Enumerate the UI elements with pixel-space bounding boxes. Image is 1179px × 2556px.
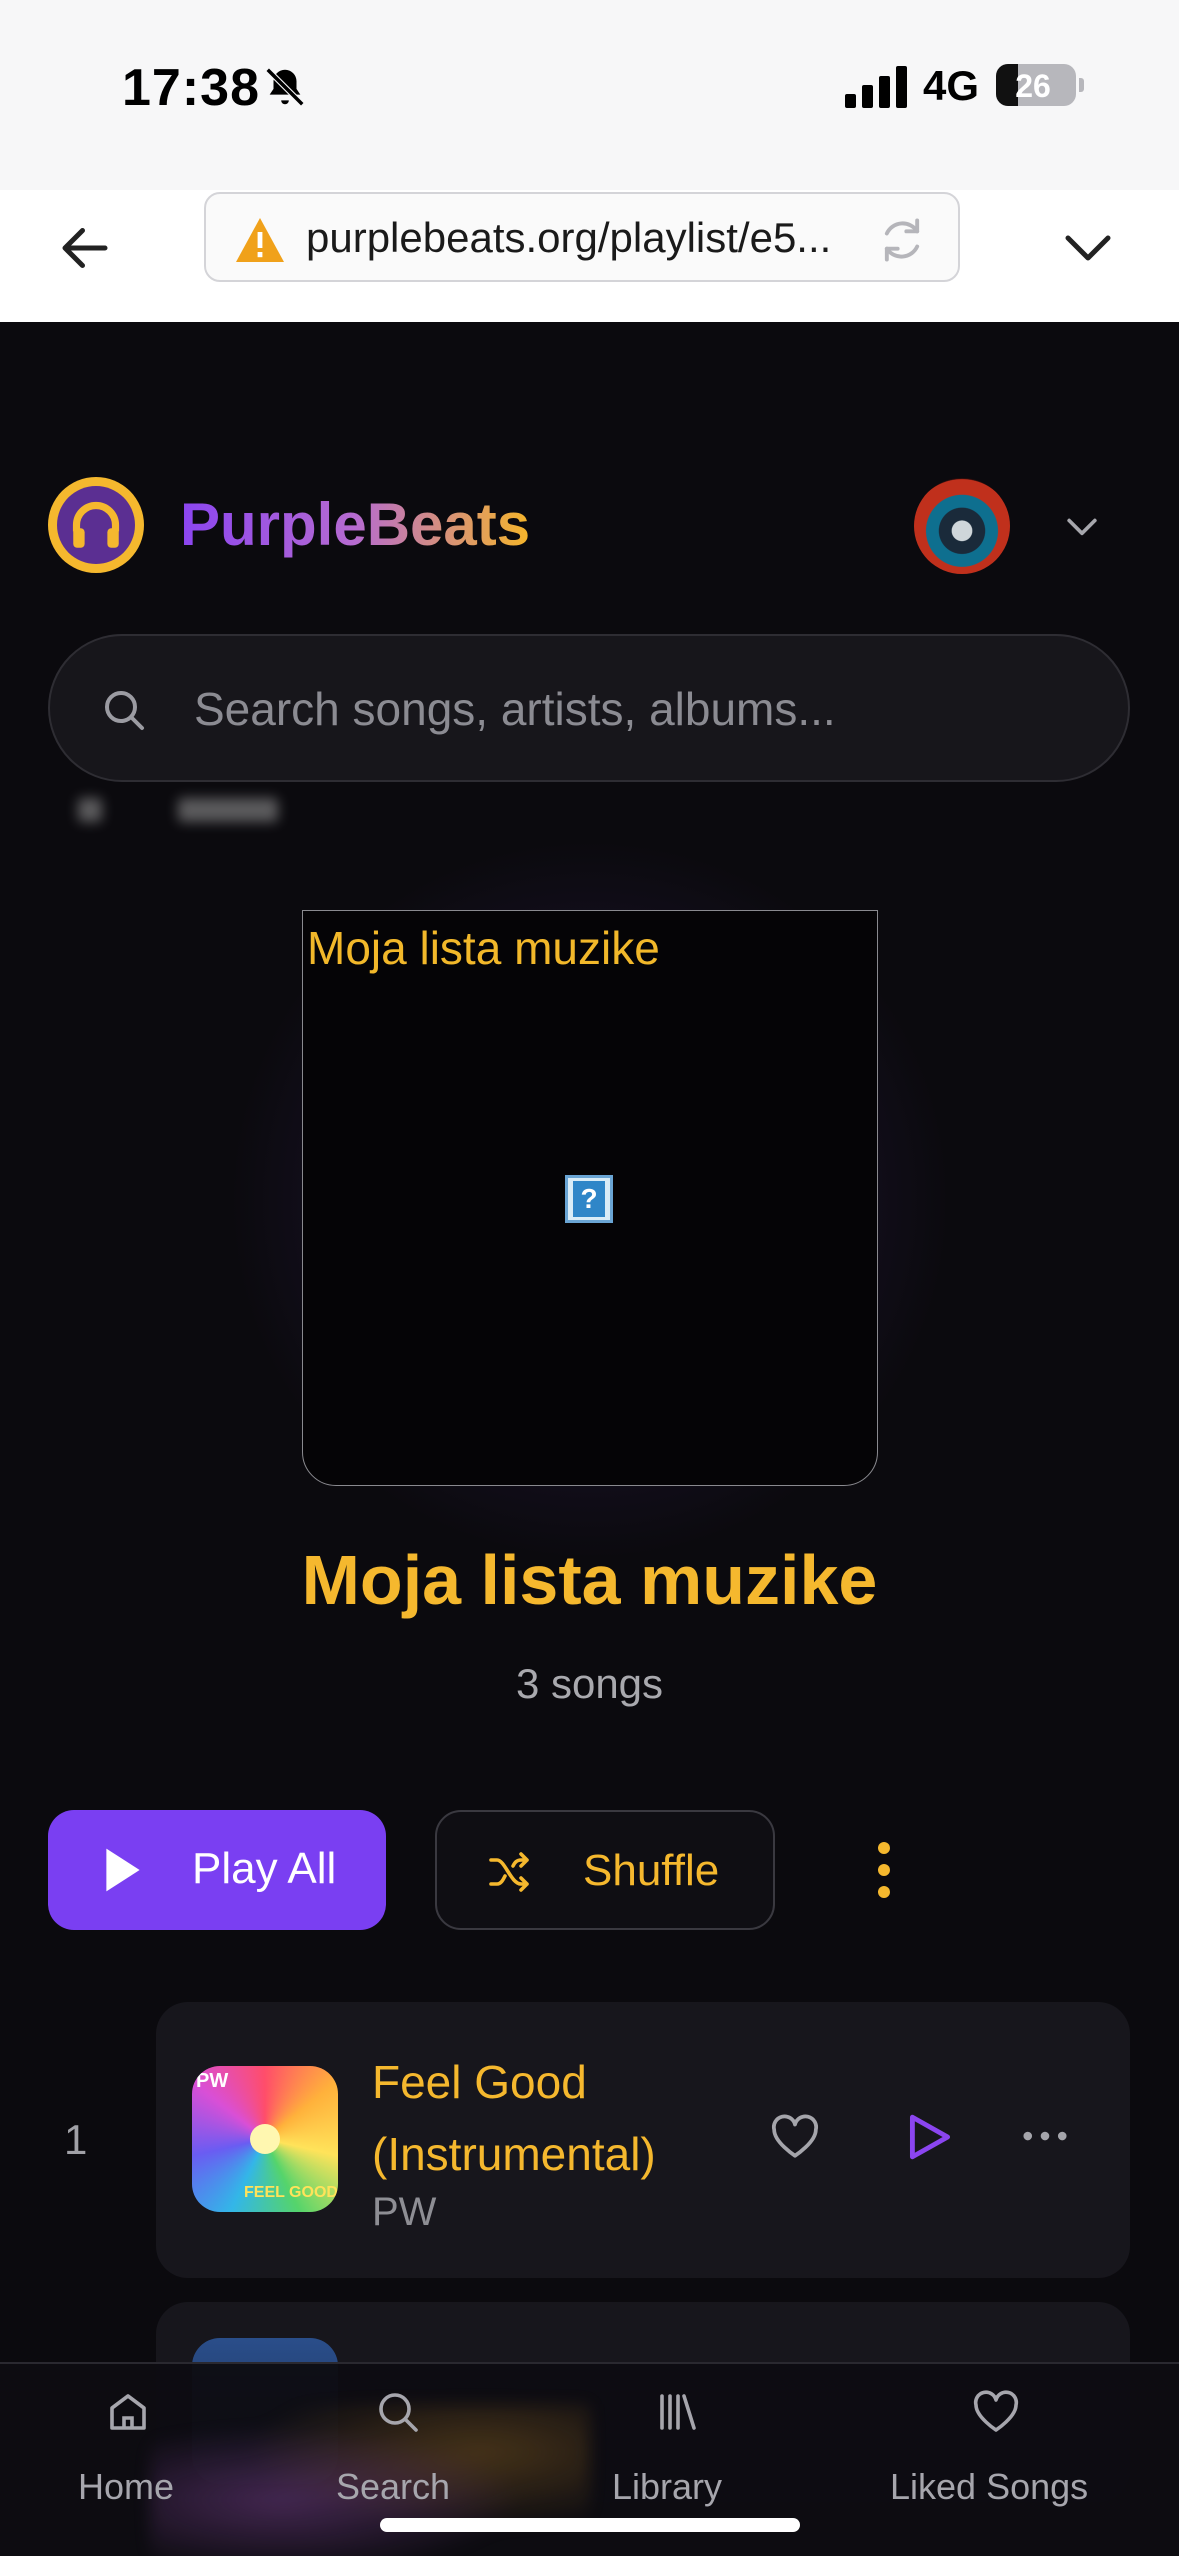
avatar[interactable] bbox=[914, 478, 1010, 574]
chevron-down-icon[interactable] bbox=[1058, 218, 1118, 278]
account-chevron-down-icon[interactable] bbox=[1060, 504, 1104, 548]
heart-icon bbox=[973, 2390, 1019, 2432]
playlist-song-count: 3 songs bbox=[515, 1660, 664, 1707]
track-number: 1 bbox=[64, 2116, 88, 2163]
bell-muted-icon bbox=[265, 67, 305, 107]
broken-image-icon: ? bbox=[565, 1175, 613, 1223]
brand-name[interactable]: PurpleBeats bbox=[180, 490, 530, 559]
network-type: 4G bbox=[923, 62, 980, 109]
signal-icon bbox=[845, 66, 907, 108]
track-row[interactable]: PW FEEL GOOD Feel Good (Instrumental) PW bbox=[156, 2002, 1130, 2278]
blurred-back-link bbox=[78, 790, 298, 830]
track-title[interactable]: Feel Good (Instrumental) bbox=[372, 2046, 762, 2190]
like-heart-icon[interactable] bbox=[770, 2114, 820, 2160]
shuffle-label: Shuffle bbox=[583, 1846, 720, 1895]
play-all-button[interactable]: Play All bbox=[48, 1810, 386, 1930]
track-artist[interactable]: PW bbox=[372, 2190, 436, 2235]
warning-icon bbox=[236, 218, 284, 262]
playlist-cover: Moja lista muzike ? bbox=[302, 910, 878, 1486]
shuffle-button[interactable]: Shuffle bbox=[435, 1810, 775, 1930]
status-bar: 17:38 4G 26 bbox=[0, 0, 1179, 190]
nav-label-search: Search bbox=[336, 2466, 451, 2507]
play-all-label: Play All bbox=[192, 1844, 337, 1893]
nav-label-liked-songs: Liked Songs bbox=[890, 2466, 1089, 2507]
shuffle-icon bbox=[489, 1852, 529, 1892]
track-artwork: PW FEEL GOOD bbox=[192, 2066, 338, 2212]
home-indicator[interactable] bbox=[380, 2518, 800, 2532]
battery-icon: 26 bbox=[996, 64, 1084, 106]
reload-icon[interactable] bbox=[876, 214, 928, 266]
more-options-vertical-icon[interactable] bbox=[864, 1838, 904, 1902]
home-icon bbox=[110, 2394, 146, 2430]
search-icon bbox=[105, 691, 144, 730]
cover-alt-text: Moja lista muzike bbox=[307, 922, 660, 974]
address-bar[interactable]: purplebeats.org/playlist/e5... bbox=[204, 192, 960, 282]
search-bar[interactable] bbox=[48, 634, 1130, 782]
url-text[interactable]: purplebeats.org/playlist/e5... bbox=[306, 214, 866, 262]
playlist-title: Moja lista muzike bbox=[301, 1541, 878, 1619]
search-icon bbox=[379, 2393, 418, 2432]
headphones-logo-icon[interactable] bbox=[48, 477, 144, 573]
browser-toolbar: purplebeats.org/playlist/e5... bbox=[0, 190, 1179, 322]
library-icon bbox=[660, 2394, 696, 2430]
battery-level: 26 bbox=[1015, 68, 1051, 104]
track-play-icon[interactable] bbox=[908, 2112, 952, 2162]
search-input[interactable] bbox=[194, 672, 1074, 746]
status-time: 17:38 bbox=[122, 59, 260, 117]
back-arrow-icon[interactable] bbox=[55, 218, 115, 278]
nav-label-home: Home bbox=[78, 2466, 175, 2507]
nav-label-library: Library bbox=[612, 2466, 723, 2507]
nav-item-liked-songs[interactable]: Liked Songs bbox=[870, 2364, 1170, 2556]
more-options-icon[interactable] bbox=[1022, 2126, 1068, 2146]
play-icon bbox=[106, 1848, 140, 1892]
nav-item-home[interactable]: Home bbox=[0, 2364, 260, 2556]
